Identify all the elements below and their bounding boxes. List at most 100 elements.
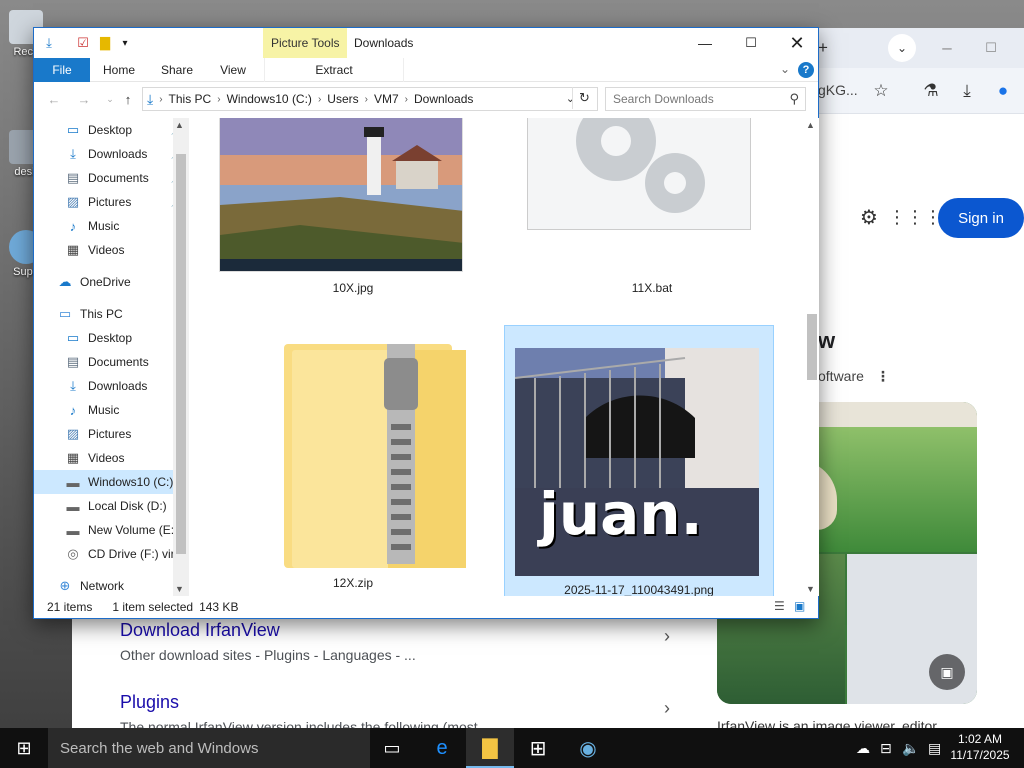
bookmark-star-icon[interactable]: ☆ (866, 76, 896, 106)
result-title[interactable]: Download IrfanView (120, 620, 640, 641)
nav-item[interactable]: ▬ New Volume (E:) (34, 518, 189, 542)
help-icon[interactable]: ? (798, 62, 814, 78)
nav-item[interactable]: ♪ Music (34, 398, 189, 422)
breadcrumb-this-pc[interactable]: This PC (169, 92, 212, 106)
nav-item[interactable]: ▦ Videos (34, 238, 189, 262)
minimize-icon[interactable]: — (682, 28, 728, 58)
scroll-down-icon[interactable]: ▼ (806, 584, 815, 594)
tab-home[interactable]: Home (96, 58, 142, 82)
nav-item[interactable]: ▬ Windows10 (C:) (34, 470, 189, 494)
download-icon[interactable]: ⤓ (952, 76, 982, 106)
up-arrow-icon[interactable]: ↑ (118, 90, 138, 108)
system-clock[interactable]: 1:02 AM 11/17/2025 (944, 731, 1016, 763)
breadcrumb-downloads[interactable]: Downloads (414, 92, 473, 106)
breadcrumb-users[interactable]: Users (327, 92, 358, 106)
breadcrumb-drive[interactable]: Windows10 (C:) (227, 92, 312, 106)
scroll-up-icon[interactable]: ▲ (175, 120, 184, 130)
search-result[interactable]: Download IrfanView Other download sites … (120, 620, 670, 663)
scrollbar-thumb[interactable] (807, 314, 817, 380)
expand-ribbon-icon[interactable]: ⌄ (780, 62, 790, 76)
tab-file[interactable]: File (34, 58, 90, 82)
forward-arrow-icon[interactable]: → (74, 90, 94, 108)
result-title[interactable]: Plugins (120, 692, 640, 713)
start-windows-icon[interactable]: ⊞ (0, 728, 48, 768)
nav-item[interactable]: ⤓Downloads📌 (34, 142, 189, 166)
navigation-scrollbar[interactable]: ▲ ▼ (173, 118, 189, 596)
nav-item[interactable]: ⊕ Network (34, 574, 189, 596)
file-item[interactable]: 10X.jpg (218, 118, 488, 298)
tab-view[interactable]: View (210, 58, 256, 82)
tab-extract[interactable]: Extract (264, 58, 404, 82)
network-icon[interactable]: ⊟ (880, 728, 892, 768)
edge-browser-icon[interactable]: e (418, 728, 466, 768)
close-icon[interactable]: ✕ (774, 28, 820, 58)
irfanview-icon[interactable]: ◉ (564, 728, 612, 768)
breadcrumb-separator-icon[interactable]: › (365, 94, 368, 105)
minimize-icon[interactable]: – (932, 33, 962, 63)
address-input[interactable]: ⤓ › This PC › Windows10 (C:) › Users › V… (142, 87, 598, 111)
nav-item[interactable]: ▭ This PC (34, 302, 189, 326)
settings-gear-icon[interactable]: ⚙ (854, 202, 884, 232)
tab-share[interactable]: Share (154, 58, 200, 82)
omnibox-url[interactable]: gKG... (818, 82, 858, 98)
chevron-right-icon[interactable]: › (664, 698, 670, 719)
breadcrumb-separator-icon[interactable]: › (405, 94, 408, 105)
nav-item[interactable]: ⤓ Downloads (34, 374, 189, 398)
tab-picture-tools[interactable]: Picture Tools (263, 28, 348, 58)
file-item[interactable]: 11X.bat (517, 118, 787, 298)
file-name[interactable]: 12X.zip (218, 576, 488, 590)
file-item[interactable]: 12X.zip (218, 320, 488, 592)
profile-icon[interactable]: ● (988, 76, 1018, 106)
tab-search-icon[interactable]: ⌄ (888, 34, 916, 62)
task-view-icon[interactable]: ▭ (368, 728, 416, 768)
volume-muted-icon[interactable]: 🔈 (902, 728, 919, 768)
sign-in-button[interactable]: Sign in (938, 198, 1024, 238)
customize-toolbar-icon[interactable]: ▾ (116, 34, 134, 52)
nav-item[interactable]: ♪ Music (34, 214, 189, 238)
breadcrumb-separator-icon[interactable]: › (318, 94, 321, 105)
nav-item[interactable]: ▨Pictures📌 (34, 190, 189, 214)
scroll-down-icon[interactable]: ▼ (175, 584, 184, 594)
file-item-selected[interactable]: juan. 2025-11-17_110043491.png (504, 325, 774, 596)
file-name[interactable]: 10X.jpg (218, 281, 488, 295)
taskbar-search-input[interactable]: Search the web and Windows (48, 728, 370, 768)
nav-item[interactable]: ▦ Videos (34, 446, 189, 470)
apps-grid-icon[interactable]: ⋮⋮⋮ (888, 202, 942, 232)
back-arrow-icon[interactable]: ← (44, 90, 64, 108)
chevron-right-icon[interactable]: › (664, 626, 670, 647)
file-explorer-icon[interactable]: ▇ (466, 728, 514, 768)
scrollbar-thumb[interactable] (176, 154, 186, 554)
content-scrollbar[interactable]: ▲ ▼ (804, 118, 819, 596)
recent-locations-icon[interactable]: ⌄ (100, 90, 120, 108)
weather-icon[interactable]: ☁ (856, 728, 870, 768)
store-icon[interactable]: ⊞ (514, 728, 562, 768)
scroll-up-icon[interactable]: ▲ (806, 120, 815, 130)
image-search-icon[interactable]: ▣ (929, 654, 965, 690)
download-icon[interactable]: ⤓ (40, 34, 58, 52)
nav-item[interactable]: ◎ CD Drive (F:) virt (34, 542, 189, 566)
nav-item[interactable]: ▨ Pictures (34, 422, 189, 446)
nav-item[interactable]: ▤ Documents (34, 350, 189, 374)
search-input[interactable]: Search Downloads ⚲ (605, 87, 806, 111)
labs-flask-icon[interactable]: ⚗ (916, 76, 946, 106)
breadcrumb-separator-icon[interactable]: › (159, 94, 162, 105)
breadcrumb-separator-icon[interactable]: › (217, 94, 220, 105)
breadcrumb-user[interactable]: VM7 (374, 92, 399, 106)
large-icons-view-icon[interactable]: ▣ (794, 599, 810, 613)
maximize-icon[interactable]: ☐ (976, 33, 1006, 63)
more-options-icon[interactable]: ⋮ (876, 368, 890, 384)
file-name[interactable]: 11X.bat (517, 281, 787, 295)
nav-item[interactable]: ▭ Desktop (34, 326, 189, 350)
details-view-icon[interactable]: ☰ (774, 599, 790, 613)
nav-item[interactable]: ▤Documents📌 (34, 166, 189, 190)
properties-icon[interactable]: ☑ (74, 34, 92, 52)
nav-item[interactable]: ▬ Local Disk (D:) (34, 494, 189, 518)
notification-icon[interactable]: ▤ (928, 728, 941, 768)
maximize-icon[interactable]: ☐ (728, 28, 774, 58)
nav-item-label: Downloads (88, 147, 148, 161)
nav-item[interactable]: ☁ OneDrive (34, 270, 189, 294)
refresh-icon[interactable]: ↻ (572, 87, 596, 109)
file-name[interactable]: 2025-11-17_110043491.png (505, 583, 773, 596)
new-folder-icon[interactable]: ▇ (96, 34, 114, 52)
nav-item[interactable]: ▭Desktop📌 (34, 118, 189, 142)
